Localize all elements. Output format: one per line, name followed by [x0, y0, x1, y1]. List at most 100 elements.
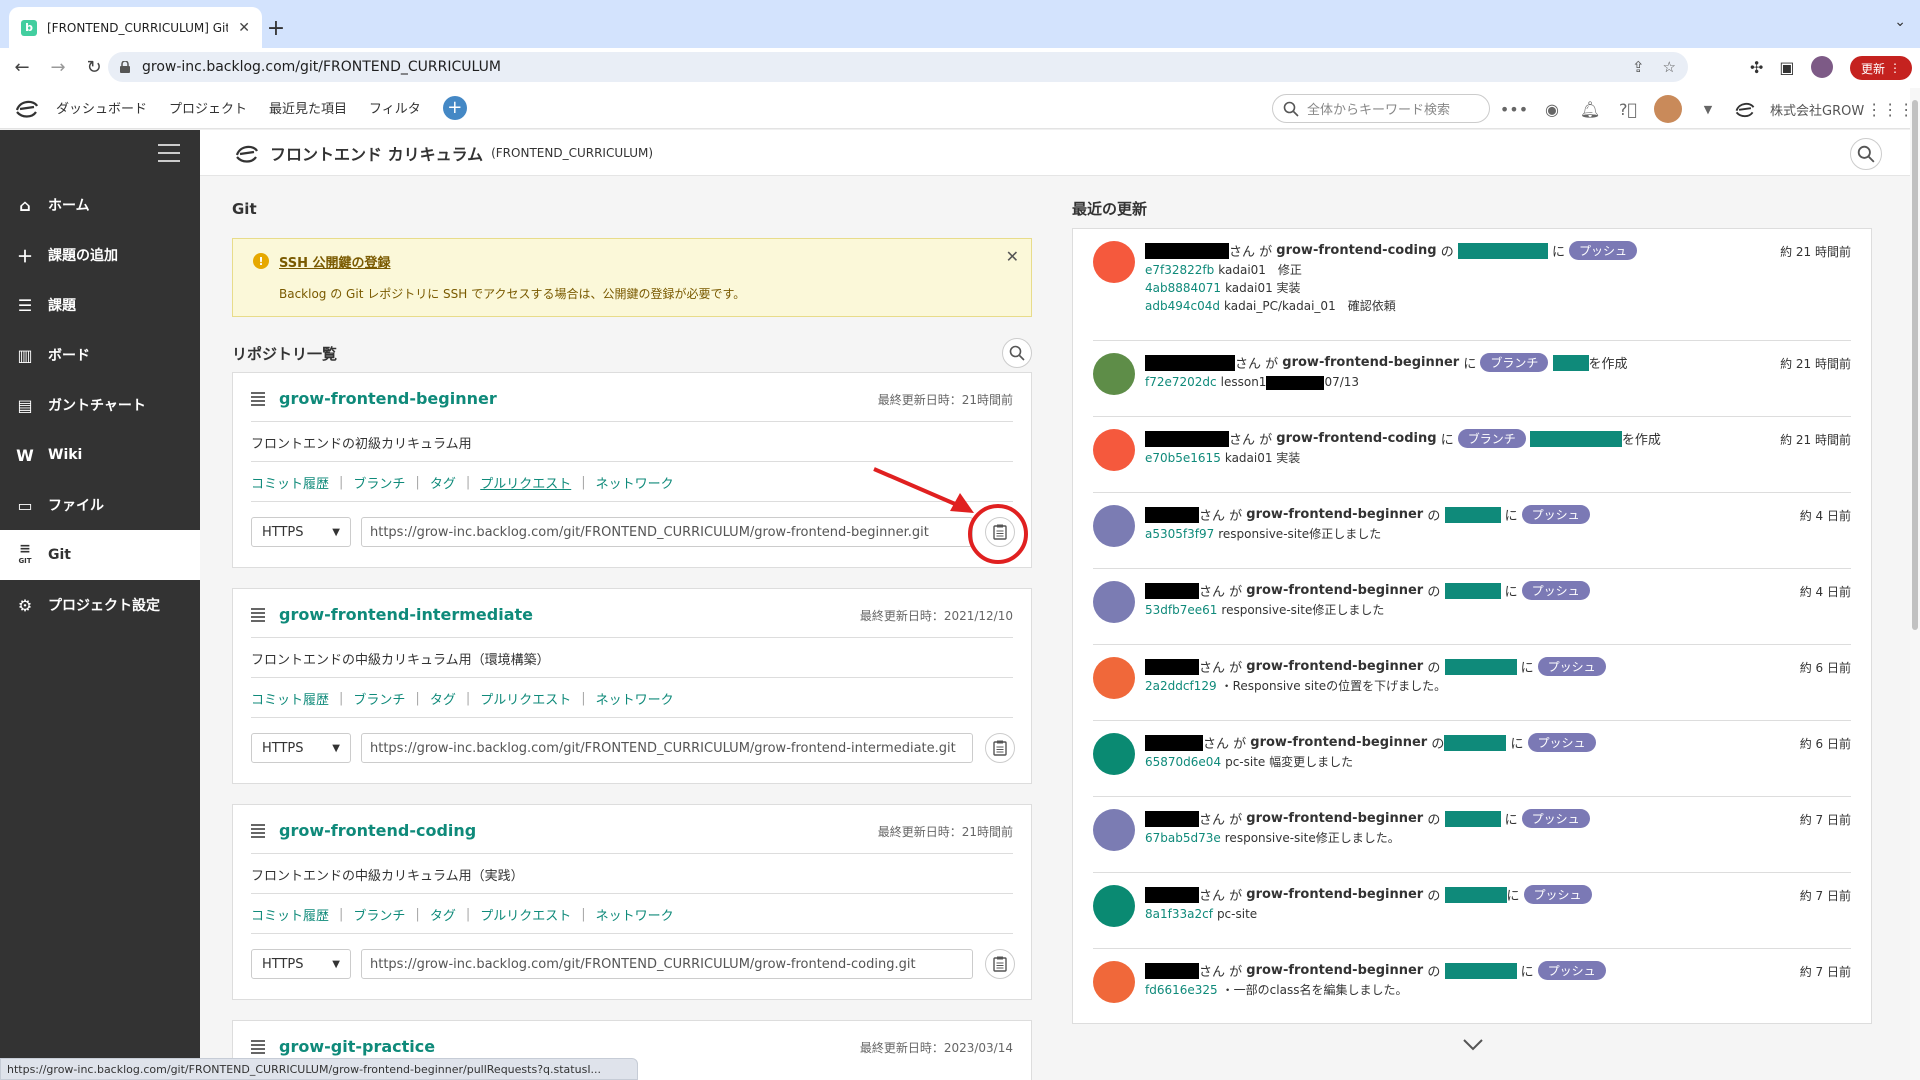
commit-hash-link[interactable]: e7f32822fb: [1145, 263, 1214, 277]
commit-hash-link[interactable]: 65870d6e04: [1145, 755, 1221, 769]
reload-button[interactable]: ↻: [80, 54, 108, 82]
menu-toggle-icon[interactable]: [158, 144, 180, 162]
extensions-puzzle-icon[interactable]: ✣: [1750, 58, 1763, 77]
commits-link[interactable]: コミット履歴: [251, 689, 329, 708]
avatar[interactable]: [1093, 885, 1135, 927]
watch-eye-icon[interactable]: ◉: [1540, 97, 1564, 121]
sidebar-item-board[interactable]: ▥ ボード: [0, 330, 200, 380]
protocol-select[interactable]: HTTPS ▼: [251, 517, 351, 547]
commit-hash-link[interactable]: 2a2ddcf129: [1145, 679, 1217, 693]
avatar[interactable]: [1093, 429, 1135, 471]
sidebar-item-issues[interactable]: ☰ 課題: [0, 280, 200, 330]
commit-hash-link[interactable]: 4ab8884071: [1145, 281, 1221, 295]
repo-link[interactable]: grow-frontend-beginner: [1246, 887, 1423, 902]
pull-requests-link[interactable]: プルリクエスト: [480, 473, 571, 492]
commit-hash-link[interactable]: 8a1f33a2cf: [1145, 907, 1213, 921]
sidebar-item-git[interactable]: ≡ GIT Git: [0, 530, 200, 580]
tab-close-icon[interactable]: ✕: [238, 20, 250, 36]
avatar[interactable]: [1093, 733, 1135, 775]
nav-recent[interactable]: 最近見た項目: [269, 98, 347, 117]
sidebar-item-files[interactable]: ▭ ファイル: [0, 480, 200, 530]
clone-url-input[interactable]: https://grow-inc.backlog.com/git/FRONTEN…: [361, 949, 973, 979]
repo-name[interactable]: grow-frontend-coding: [279, 821, 476, 840]
network-link[interactable]: ネットワーク: [596, 689, 674, 708]
chevron-down-icon[interactable]: [1462, 1038, 1484, 1052]
avatar[interactable]: [1093, 505, 1135, 547]
address-bar[interactable]: grow-inc.backlog.com/git/FRONTEND_CURRIC…: [108, 52, 1688, 82]
repo-link[interactable]: grow-frontend-beginner: [1246, 507, 1423, 522]
side-panel-icon[interactable]: ▣: [1779, 58, 1794, 77]
commit-hash-link[interactable]: f72e7202dc: [1145, 375, 1217, 389]
branches-link[interactable]: ブランチ: [353, 905, 405, 924]
copy-url-button[interactable]: [985, 949, 1015, 979]
nav-dashboard[interactable]: ダッシュボード: [56, 98, 147, 117]
share-icon[interactable]: ⇪: [1632, 58, 1645, 76]
network-link[interactable]: ネットワーク: [596, 905, 674, 924]
project-search-button[interactable]: [1850, 138, 1882, 170]
company-name[interactable]: 株式会社GROW: [1770, 100, 1864, 119]
avatar[interactable]: [1093, 657, 1135, 699]
tags-link[interactable]: タグ: [430, 905, 456, 924]
repo-name[interactable]: grow-frontend-beginner: [279, 389, 497, 408]
tags-link[interactable]: タグ: [430, 689, 456, 708]
notification-bell-icon[interactable]: 🔔︎: [1578, 97, 1602, 121]
backlog-logo-icon[interactable]: [14, 98, 40, 118]
project-name[interactable]: フロントエンド カリキュラム: [270, 141, 483, 165]
commit-hash-link[interactable]: a5305f3f97: [1145, 527, 1214, 541]
tags-link[interactable]: タグ: [430, 473, 456, 492]
repo-name[interactable]: grow-frontend-intermediate: [279, 605, 533, 624]
network-link[interactable]: ネットワーク: [596, 473, 674, 492]
protocol-select[interactable]: HTTPS ▼: [251, 949, 351, 979]
commits-link[interactable]: コミット履歴: [251, 473, 329, 492]
nav-projects[interactable]: プロジェクト: [169, 98, 247, 117]
apps-grid-icon[interactable]: ⋮⋮⋮: [1866, 97, 1914, 121]
protocol-select[interactable]: HTTPS ▼: [251, 733, 351, 763]
commit-hash-link[interactable]: e70b5e1615: [1145, 451, 1221, 465]
sidebar-item-wiki[interactable]: W Wiki: [0, 430, 200, 480]
commit-hash-link[interactable]: 67bab5d73e: [1145, 831, 1221, 845]
clone-url-input[interactable]: https://grow-inc.backlog.com/git/FRONTEN…: [361, 733, 973, 763]
tab-search-chevron-icon[interactable]: ⌄: [1894, 14, 1906, 30]
help-icon[interactable]: ?⃝: [1616, 97, 1640, 121]
sidebar-item-home[interactable]: ⌂ ホーム: [0, 180, 200, 230]
close-icon[interactable]: ✕: [1006, 247, 1019, 266]
pull-requests-link[interactable]: プルリクエスト: [480, 905, 571, 924]
repo-link[interactable]: grow-frontend-beginner: [1246, 963, 1423, 978]
avatar[interactable]: [1093, 809, 1135, 851]
repo-link[interactable]: grow-frontend-beginner: [1246, 659, 1423, 674]
sidebar-item-project-settings[interactable]: ⚙ プロジェクト設定: [0, 580, 200, 630]
ssh-key-register-link[interactable]: SSH 公開鍵の登録: [279, 252, 391, 271]
browser-update-button[interactable]: 更新 ⋮: [1850, 56, 1912, 80]
browser-tab[interactable]: b [FRONTEND_CURRICULUM] Git ✕: [9, 7, 262, 48]
sidebar-item-gantt[interactable]: ▤ ガントチャート: [0, 380, 200, 430]
avatar[interactable]: [1093, 961, 1135, 1003]
more-dots-icon[interactable]: •••: [1500, 97, 1528, 121]
repo-link[interactable]: grow-frontend-beginner: [1282, 355, 1459, 370]
commits-link[interactable]: コミット履歴: [251, 905, 329, 924]
copy-url-button[interactable]: [985, 733, 1015, 763]
bookmark-star-icon[interactable]: ☆: [1663, 58, 1676, 76]
branches-link[interactable]: ブランチ: [353, 473, 405, 492]
nav-filter[interactable]: フィルタ: [369, 98, 421, 117]
repo-name[interactable]: grow-git-practice: [279, 1037, 435, 1056]
forward-button[interactable]: →: [44, 54, 72, 82]
avatar[interactable]: [1093, 241, 1135, 283]
new-tab-button[interactable]: +: [262, 14, 290, 42]
page-scrollbar[interactable]: [1910, 88, 1920, 1080]
user-avatar[interactable]: [1654, 95, 1682, 123]
avatar[interactable]: [1093, 353, 1135, 395]
repo-link[interactable]: grow-frontend-beginner: [1250, 735, 1427, 750]
commit-hash-link[interactable]: fd6616e325: [1145, 983, 1218, 997]
profile-avatar[interactable]: [1810, 56, 1833, 78]
repo-link[interactable]: grow-frontend-coding: [1276, 243, 1436, 258]
pull-requests-link[interactable]: プルリクエスト: [480, 689, 571, 708]
repo-link[interactable]: grow-frontend-beginner: [1246, 583, 1423, 598]
repo-link[interactable]: grow-frontend-beginner: [1246, 811, 1423, 826]
branches-link[interactable]: ブランチ: [353, 689, 405, 708]
repo-search-button[interactable]: [1002, 338, 1032, 368]
repo-link[interactable]: grow-frontend-coding: [1276, 431, 1436, 446]
chevron-down-icon[interactable]: ▼: [1696, 97, 1720, 121]
scrollbar-thumb[interactable]: [1912, 100, 1918, 630]
back-button[interactable]: ←: [8, 54, 36, 82]
avatar[interactable]: [1093, 581, 1135, 623]
